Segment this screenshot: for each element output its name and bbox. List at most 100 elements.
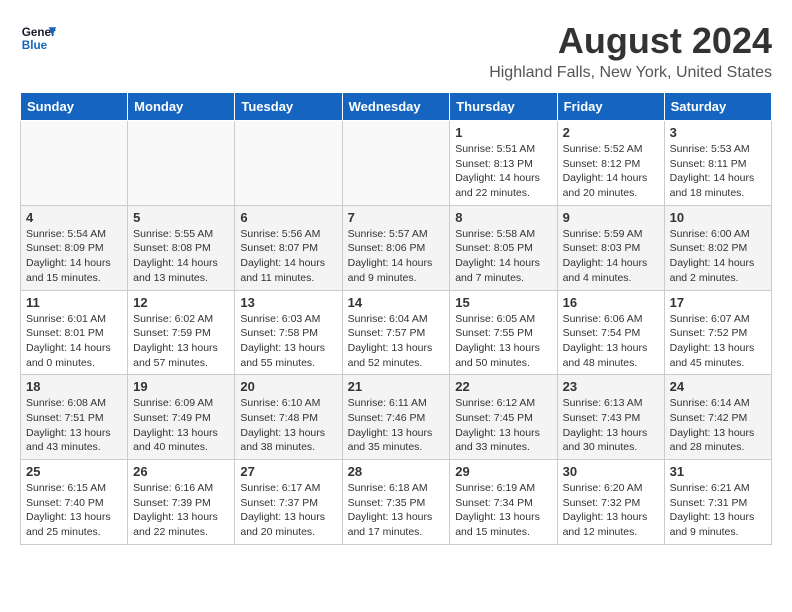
day-number: 31	[670, 464, 766, 479]
calendar-cell: 9 Sunrise: 5:59 AMSunset: 8:03 PMDaylight…	[557, 205, 664, 290]
calendar-cell: 12 Sunrise: 6:02 AMSunset: 7:59 PMDayligh…	[128, 290, 235, 375]
day-number: 13	[240, 295, 336, 310]
calendar-week-row: 18 Sunrise: 6:08 AMSunset: 7:51 PMDayligh…	[21, 375, 772, 460]
calendar-cell: 27 Sunrise: 6:17 AMSunset: 7:37 PMDayligh…	[235, 460, 342, 545]
calendar-cell: 14 Sunrise: 6:04 AMSunset: 7:57 PMDayligh…	[342, 290, 450, 375]
svg-text:Blue: Blue	[22, 39, 48, 52]
day-number: 8	[455, 210, 551, 225]
cell-sun-info: Sunrise: 5:52 AMSunset: 8:12 PMDaylight:…	[563, 142, 659, 201]
calendar-cell: 8 Sunrise: 5:58 AMSunset: 8:05 PMDaylight…	[450, 205, 557, 290]
calendar-cell: 7 Sunrise: 5:57 AMSunset: 8:06 PMDaylight…	[342, 205, 450, 290]
day-number: 15	[455, 295, 551, 310]
weekday-header: Thursday	[450, 93, 557, 121]
day-number: 2	[563, 125, 659, 140]
cell-sun-info: Sunrise: 6:15 AMSunset: 7:40 PMDaylight:…	[26, 481, 122, 540]
calendar-cell: 5 Sunrise: 5:55 AMSunset: 8:08 PMDaylight…	[128, 205, 235, 290]
weekday-header: Tuesday	[235, 93, 342, 121]
calendar-cell: 1 Sunrise: 5:51 AMSunset: 8:13 PMDaylight…	[450, 121, 557, 206]
day-number: 14	[348, 295, 445, 310]
day-number: 27	[240, 464, 336, 479]
calendar-cell: 18 Sunrise: 6:08 AMSunset: 7:51 PMDayligh…	[21, 375, 128, 460]
cell-sun-info: Sunrise: 5:54 AMSunset: 8:09 PMDaylight:…	[26, 227, 122, 286]
cell-sun-info: Sunrise: 6:09 AMSunset: 7:49 PMDaylight:…	[133, 396, 229, 455]
calendar-cell	[21, 121, 128, 206]
day-number: 17	[670, 295, 766, 310]
day-number: 23	[563, 379, 659, 394]
calendar-cell: 17Sunrise: 6:07 AMSunset: 7:52 PMDayligh…	[664, 290, 771, 375]
day-number: 25	[26, 464, 122, 479]
calendar-week-row: 11Sunrise: 6:01 AMSunset: 8:01 PMDayligh…	[21, 290, 772, 375]
calendar-cell: 20 Sunrise: 6:10 AMSunset: 7:48 PMDayligh…	[235, 375, 342, 460]
cell-sun-info: Sunrise: 6:00 AMSunset: 8:02 PMDaylight:…	[670, 227, 766, 286]
calendar-cell: 16 Sunrise: 6:06 AMSunset: 7:54 PMDayligh…	[557, 290, 664, 375]
calendar-cell: 2 Sunrise: 5:52 AMSunset: 8:12 PMDaylight…	[557, 121, 664, 206]
cell-sun-info: Sunrise: 5:55 AMSunset: 8:08 PMDaylight:…	[133, 227, 229, 286]
calendar-cell: 4 Sunrise: 5:54 AMSunset: 8:09 PMDaylight…	[21, 205, 128, 290]
month-title: August 2024	[489, 20, 772, 62]
cell-sun-info: Sunrise: 6:20 AMSunset: 7:32 PMDaylight:…	[563, 481, 659, 540]
calendar-table: SundayMondayTuesdayWednesdayThursdayFrid…	[20, 92, 772, 545]
calendar-cell: 15Sunrise: 6:05 AMSunset: 7:55 PMDayligh…	[450, 290, 557, 375]
day-number: 16	[563, 295, 659, 310]
cell-sun-info: Sunrise: 5:56 AMSunset: 8:07 PMDaylight:…	[240, 227, 336, 286]
day-number: 21	[348, 379, 445, 394]
cell-sun-info: Sunrise: 6:06 AMSunset: 7:54 PMDaylight:…	[563, 312, 659, 371]
location: Highland Falls, New York, United States	[489, 64, 772, 82]
calendar-cell: 23 Sunrise: 6:13 AMSunset: 7:43 PMDayligh…	[557, 375, 664, 460]
weekday-header: Saturday	[664, 93, 771, 121]
calendar-cell: 3 Sunrise: 5:53 AMSunset: 8:11 PMDaylight…	[664, 121, 771, 206]
cell-sun-info: Sunrise: 6:10 AMSunset: 7:48 PMDaylight:…	[240, 396, 336, 455]
calendar-cell	[128, 121, 235, 206]
calendar-cell	[235, 121, 342, 206]
logo-icon: General Blue	[20, 20, 56, 56]
day-number: 29	[455, 464, 551, 479]
cell-sun-info: Sunrise: 6:21 AMSunset: 7:31 PMDaylight:…	[670, 481, 766, 540]
day-number: 10	[670, 210, 766, 225]
cell-sun-info: Sunrise: 6:17 AMSunset: 7:37 PMDaylight:…	[240, 481, 336, 540]
day-number: 22	[455, 379, 551, 394]
cell-sun-info: Sunrise: 6:14 AMSunset: 7:42 PMDaylight:…	[670, 396, 766, 455]
calendar-cell: 24 Sunrise: 6:14 AMSunset: 7:42 PMDayligh…	[664, 375, 771, 460]
cell-sun-info: Sunrise: 5:53 AMSunset: 8:11 PMDaylight:…	[670, 142, 766, 201]
cell-sun-info: Sunrise: 6:02 AMSunset: 7:59 PMDaylight:…	[133, 312, 229, 371]
day-number: 20	[240, 379, 336, 394]
calendar-cell: 10 Sunrise: 6:00 AMSunset: 8:02 PMDayligh…	[664, 205, 771, 290]
page-header: General Blue August 2024 Highland Falls,…	[20, 20, 772, 82]
weekday-header-row: SundayMondayTuesdayWednesdayThursdayFrid…	[21, 93, 772, 121]
cell-sun-info: Sunrise: 6:19 AMSunset: 7:34 PMDaylight:…	[455, 481, 551, 540]
cell-sun-info: Sunrise: 6:08 AMSunset: 7:51 PMDaylight:…	[26, 396, 122, 455]
cell-sun-info: Sunrise: 5:58 AMSunset: 8:05 PMDaylight:…	[455, 227, 551, 286]
calendar-cell: 6Sunrise: 5:56 AMSunset: 8:07 PMDaylight…	[235, 205, 342, 290]
day-number: 12	[133, 295, 229, 310]
cell-sun-info: Sunrise: 5:59 AMSunset: 8:03 PMDaylight:…	[563, 227, 659, 286]
cell-sun-info: Sunrise: 5:57 AMSunset: 8:06 PMDaylight:…	[348, 227, 445, 286]
weekday-header: Monday	[128, 93, 235, 121]
day-number: 18	[26, 379, 122, 394]
calendar-cell: 31 Sunrise: 6:21 AMSunset: 7:31 PMDayligh…	[664, 460, 771, 545]
calendar-cell: 19 Sunrise: 6:09 AMSunset: 7:49 PMDayligh…	[128, 375, 235, 460]
day-number: 24	[670, 379, 766, 394]
calendar-cell	[342, 121, 450, 206]
calendar-week-row: 25 Sunrise: 6:15 AMSunset: 7:40 PMDayligh…	[21, 460, 772, 545]
day-number: 19	[133, 379, 229, 394]
cell-sun-info: Sunrise: 6:04 AMSunset: 7:57 PMDaylight:…	[348, 312, 445, 371]
calendar-cell: 26Sunrise: 6:16 AMSunset: 7:39 PMDayligh…	[128, 460, 235, 545]
calendar-week-row: 4 Sunrise: 5:54 AMSunset: 8:09 PMDaylight…	[21, 205, 772, 290]
day-number: 1	[455, 125, 551, 140]
weekday-header: Sunday	[21, 93, 128, 121]
day-number: 28	[348, 464, 445, 479]
calendar-cell: 25 Sunrise: 6:15 AMSunset: 7:40 PMDayligh…	[21, 460, 128, 545]
day-number: 11	[26, 295, 122, 310]
day-number: 5	[133, 210, 229, 225]
calendar-cell: 22Sunrise: 6:12 AMSunset: 7:45 PMDayligh…	[450, 375, 557, 460]
day-number: 7	[348, 210, 445, 225]
calendar-cell: 30Sunrise: 6:20 AMSunset: 7:32 PMDayligh…	[557, 460, 664, 545]
day-number: 9	[563, 210, 659, 225]
calendar-cell: 11Sunrise: 6:01 AMSunset: 8:01 PMDayligh…	[21, 290, 128, 375]
day-number: 3	[670, 125, 766, 140]
day-number: 26	[133, 464, 229, 479]
cell-sun-info: Sunrise: 5:51 AMSunset: 8:13 PMDaylight:…	[455, 142, 551, 201]
weekday-header: Friday	[557, 93, 664, 121]
cell-sun-info: Sunrise: 6:13 AMSunset: 7:43 PMDaylight:…	[563, 396, 659, 455]
day-number: 4	[26, 210, 122, 225]
